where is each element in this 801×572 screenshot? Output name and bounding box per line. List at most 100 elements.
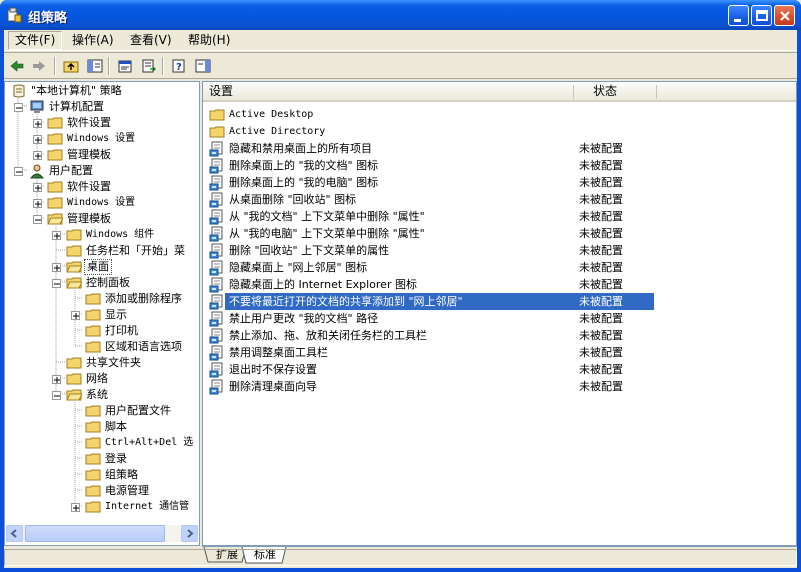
collapse-icon[interactable] bbox=[14, 167, 23, 176]
tree-item-windows-components[interactable]: Windows 组件 bbox=[5, 227, 199, 243]
list-pane[interactable]: 设置 状态 Active Desktop Active Directory 隐藏和禁… bbox=[202, 81, 797, 546]
column-header-state[interactable]: 状态 bbox=[587, 82, 667, 100]
tree-label: 控制面板 bbox=[86, 276, 130, 289]
tree-item-logon[interactable]: 登录 bbox=[5, 451, 199, 467]
export-list-button[interactable] bbox=[138, 56, 160, 76]
tree-item-user-admin-templates[interactable]: 管理模板 bbox=[5, 211, 199, 227]
menu-help[interactable]: 帮助(H) bbox=[182, 31, 236, 50]
menu-action[interactable]: 操作(A) bbox=[66, 31, 120, 50]
tree-item-network[interactable]: 网络 bbox=[5, 371, 199, 387]
list-row[interactable]: 删除 "回收站" 上下文菜单的属性 未被配置 bbox=[207, 242, 787, 259]
tree-item-user-windows-settings[interactable]: Windows 设置 bbox=[5, 195, 199, 211]
menu-file[interactable]: 文件(F) bbox=[8, 31, 63, 50]
tree-item-scripts[interactable]: 脚本 bbox=[5, 419, 199, 435]
tree-item-ctrl-alt-del-options[interactable]: Ctrl+Alt+Del 选 bbox=[5, 435, 199, 451]
back-button[interactable] bbox=[6, 56, 28, 76]
tree-item-user-profiles[interactable]: 用户配置文件 bbox=[5, 403, 199, 419]
scroll-right-button[interactable] bbox=[181, 525, 198, 542]
tree-item-power-management[interactable]: 电源管理 bbox=[5, 483, 199, 499]
expand-icon[interactable] bbox=[33, 135, 42, 144]
tree-label: 区域和语言选项 bbox=[105, 340, 182, 353]
list-row[interactable]: 从 "我的电脑" 上下文菜单中删除 "属性" 未被配置 bbox=[207, 225, 787, 242]
expand-icon[interactable] bbox=[71, 503, 80, 512]
expand-icon[interactable] bbox=[52, 375, 61, 384]
list-row[interactable]: 隐藏和禁用桌面上的所有项目 未被配置 bbox=[207, 140, 787, 157]
tree-item-regional-language[interactable]: 区域和语言选项 bbox=[5, 339, 199, 355]
scroll-left-button[interactable] bbox=[6, 525, 23, 542]
scroll-thumb[interactable] bbox=[25, 525, 165, 542]
policy-setting-icon bbox=[209, 226, 223, 242]
tree-item-computer-config[interactable]: 计算机配置 bbox=[5, 99, 199, 115]
tree-item-desktop[interactable]: 桌面 bbox=[5, 259, 199, 275]
policy-setting-icon bbox=[209, 192, 223, 208]
title-bar[interactable]: 组策略 bbox=[0, 0, 801, 30]
tree-label-selected: 桌面 bbox=[84, 259, 112, 275]
tree-label: 任务栏和「开始」菜 bbox=[86, 244, 185, 257]
toolbar-separator bbox=[162, 57, 164, 75]
expand-icon[interactable] bbox=[33, 151, 42, 160]
column-divider[interactable] bbox=[656, 85, 657, 99]
collapse-icon[interactable] bbox=[14, 103, 23, 112]
list-folder-row[interactable]: Active Desktop bbox=[207, 106, 787, 123]
folder-icon bbox=[47, 149, 63, 161]
list-row[interactable]: 禁用调整桌面工具栏 未被配置 bbox=[207, 344, 787, 361]
show-hide-action-pane-button[interactable] bbox=[192, 56, 214, 76]
list-row-selected[interactable]: 不要将最近打开的文档的共享添加到 "网上邻居" 未被配置 bbox=[207, 293, 787, 310]
collapse-icon[interactable] bbox=[52, 391, 61, 400]
maximize-button[interactable] bbox=[751, 5, 772, 26]
tree-item-add-remove-programs[interactable]: 添加或删除程序 bbox=[5, 291, 199, 307]
menu-view[interactable]: 查看(V) bbox=[124, 31, 178, 50]
tree-item-computer-windows-settings[interactable]: Windows 设置 bbox=[5, 131, 199, 147]
setting-name: 从 "我的电脑" 上下文菜单中删除 "属性" bbox=[229, 227, 425, 240]
tree-label: 电源管理 bbox=[105, 484, 149, 497]
expand-icon[interactable] bbox=[71, 311, 80, 320]
expand-icon[interactable] bbox=[33, 183, 42, 192]
collapse-icon[interactable] bbox=[33, 215, 42, 224]
tree-root[interactable]: "本地计算机" 策略 bbox=[11, 83, 199, 99]
list-row[interactable]: 删除清理桌面向导 未被配置 bbox=[207, 378, 787, 395]
policy-setting-icon bbox=[209, 243, 223, 259]
expand-icon[interactable] bbox=[33, 119, 42, 128]
tree-item-control-panel[interactable]: 控制面板 bbox=[5, 275, 199, 291]
tree-item-computer-admin-templates[interactable]: 管理模板 bbox=[5, 147, 199, 163]
expand-icon[interactable] bbox=[33, 199, 42, 208]
help-button[interactable]: ? bbox=[168, 56, 190, 76]
list-row[interactable]: 从桌面删除 "回收站" 图标 未被配置 bbox=[207, 191, 787, 208]
up-one-level-button[interactable] bbox=[60, 56, 82, 76]
tree-item-shared-folders[interactable]: 共享文件夹 bbox=[5, 355, 199, 371]
window-border-right bbox=[797, 30, 801, 572]
tree-item-group-policy[interactable]: 组策略 bbox=[5, 467, 199, 483]
column-header-setting[interactable]: 设置 bbox=[203, 82, 571, 100]
tree-item-printers[interactable]: 打印机 bbox=[5, 323, 199, 339]
setting-name: 删除桌面上的 "我的文档" 图标 bbox=[229, 159, 379, 172]
tree-item-system[interactable]: 系统 bbox=[5, 387, 199, 403]
tree-item-user-config[interactable]: 用户配置 bbox=[5, 163, 199, 179]
list-row[interactable]: 从 "我的文档" 上下文菜单中删除 "属性" 未被配置 bbox=[207, 208, 787, 225]
expand-icon[interactable] bbox=[52, 231, 61, 240]
list-row[interactable]: 隐藏桌面上 "网上邻居" 图标 未被配置 bbox=[207, 259, 787, 276]
list-row[interactable]: 退出时不保存设置 未被配置 bbox=[207, 361, 787, 378]
list-row[interactable]: 删除桌面上的 "我的文档" 图标 未被配置 bbox=[207, 157, 787, 174]
tree-item-taskbar-start-menu[interactable]: 任务栏和「开始」菜 bbox=[5, 243, 199, 259]
tree-item-computer-software-settings[interactable]: 软件设置 bbox=[5, 115, 199, 131]
column-divider[interactable] bbox=[573, 85, 574, 99]
properties-button[interactable] bbox=[114, 56, 136, 76]
list-row[interactable]: 删除桌面上的 "我的电脑" 图标 未被配置 bbox=[207, 174, 787, 191]
minimize-button[interactable] bbox=[728, 5, 749, 26]
show-hide-tree-button[interactable] bbox=[84, 56, 106, 76]
chevron-left-icon bbox=[10, 529, 17, 538]
tree-item-user-software-settings[interactable]: 软件设置 bbox=[5, 179, 199, 195]
list-row[interactable]: 禁止添加、拖、放和关闭任务栏的工具栏 未被配置 bbox=[207, 327, 787, 344]
list-row[interactable]: 禁止用户更改 "我的文档" 路径 未被配置 bbox=[207, 310, 787, 327]
tree-item-display[interactable]: 显示 bbox=[5, 307, 199, 323]
tree-pane[interactable]: "本地计算机" 策略 计算机配置 软件设置 Windows 设置 管理模板 用户… bbox=[4, 81, 200, 546]
forward-button[interactable] bbox=[28, 56, 50, 76]
list-row[interactable]: 隐藏桌面上的 Internet Explorer 图标 未被配置 bbox=[207, 276, 787, 293]
policy-setting-icon bbox=[209, 175, 223, 191]
collapse-icon[interactable] bbox=[52, 279, 61, 288]
tree-horizontal-scrollbar[interactable] bbox=[6, 525, 198, 542]
expand-icon[interactable] bbox=[52, 263, 61, 272]
close-button[interactable] bbox=[774, 5, 795, 26]
tree-item-internet-communication[interactable]: Internet 通信管 bbox=[5, 499, 199, 515]
list-folder-row[interactable]: Active Directory bbox=[207, 123, 787, 140]
